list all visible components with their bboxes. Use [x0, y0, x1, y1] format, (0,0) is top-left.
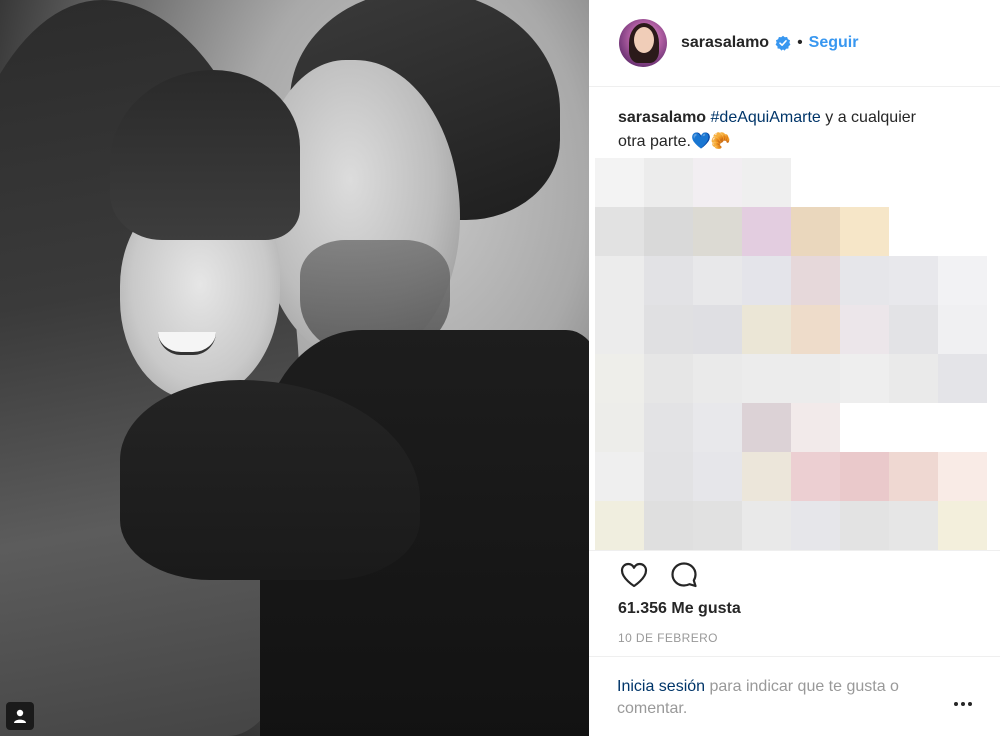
caption-text: y a cualquier — [820, 109, 916, 126]
blurred-pixel — [595, 207, 644, 256]
blurred-pixel — [595, 158, 644, 207]
blurred-pixel — [791, 452, 840, 501]
blurred-pixel — [840, 452, 889, 501]
blurred-pixel — [889, 207, 938, 256]
blurred-pixel — [840, 403, 889, 452]
blurred-pixel — [791, 207, 840, 256]
divider — [589, 550, 1000, 551]
verified-badge-icon — [775, 35, 791, 51]
blurred-pixel — [840, 158, 889, 207]
blurred-pixel — [791, 256, 840, 305]
blurred-pixel — [644, 305, 693, 354]
croissant-emoji: 🥐 — [710, 133, 731, 150]
blurred-pixel — [742, 403, 791, 452]
blurred-pixel — [791, 158, 840, 207]
post-actions — [617, 558, 717, 592]
blurred-pixel — [791, 354, 840, 403]
login-prompt: Inicia sesión para indicar que te gusta … — [617, 676, 947, 720]
follow-button[interactable]: Seguir — [809, 34, 859, 52]
blurred-pixel — [595, 452, 644, 501]
blurred-pixel — [693, 501, 742, 550]
blurred-pixel — [791, 403, 840, 452]
username-link[interactable]: sarasalamo — [681, 34, 769, 52]
avatar[interactable] — [619, 19, 667, 67]
post-sidebar: sarasalamo • Seguir sarasalamo #deAquiAm… — [589, 0, 1000, 736]
blurred-pixel — [595, 305, 644, 354]
blurred-pixel — [595, 354, 644, 403]
post-photo[interactable] — [0, 0, 589, 736]
like-heart-icon[interactable] — [617, 558, 651, 592]
more-options-icon[interactable] — [949, 694, 977, 714]
blurred-pixel — [938, 452, 987, 501]
blurred-pixel — [742, 354, 791, 403]
blurred-pixel — [693, 256, 742, 305]
blurred-pixel — [840, 354, 889, 403]
blurred-pixel — [889, 256, 938, 305]
blurred-pixel — [938, 305, 987, 354]
blurred-pixel — [889, 452, 938, 501]
blurred-pixel — [693, 207, 742, 256]
blurred-pixel — [889, 403, 938, 452]
blurred-pixel — [742, 256, 791, 305]
blurred-pixel — [595, 501, 644, 550]
separator-dot: • — [797, 34, 803, 51]
divider — [589, 86, 1000, 87]
blue-heart-emoji: 💙 — [690, 133, 711, 150]
blurred-pixel — [742, 452, 791, 501]
like-count[interactable]: 61.356 Me gusta — [618, 600, 741, 618]
user-tag-icon[interactable] — [6, 702, 34, 730]
blurred-pixel — [595, 256, 644, 305]
comment-bubble-icon[interactable] — [667, 558, 701, 592]
blurred-pixel — [791, 305, 840, 354]
blurred-pixel — [742, 158, 791, 207]
blurred-pixel — [644, 158, 693, 207]
blurred-pixel — [938, 158, 987, 207]
blurred-pixel — [791, 501, 840, 550]
blurred-pixel — [840, 305, 889, 354]
blurred-pixel — [644, 354, 693, 403]
blurred-pixel — [889, 158, 938, 207]
blurred-pixel — [644, 501, 693, 550]
blurred-comments-region — [595, 158, 987, 550]
post-header: sarasalamo • Seguir — [619, 18, 858, 68]
blurred-pixel — [840, 501, 889, 550]
blurred-pixel — [938, 403, 987, 452]
blurred-pixel — [693, 452, 742, 501]
blurred-pixel — [938, 501, 987, 550]
blurred-pixel — [889, 354, 938, 403]
blurred-pixel — [840, 256, 889, 305]
blurred-pixel — [742, 305, 791, 354]
divider — [589, 656, 1000, 657]
blurred-pixel — [644, 207, 693, 256]
post-date: 10 DE FEBRERO — [618, 631, 718, 645]
blurred-pixel — [742, 501, 791, 550]
caption-hashtag[interactable]: #deAquiAmarte — [711, 109, 821, 126]
login-link[interactable]: Inicia sesión — [617, 678, 705, 695]
blurred-pixel — [938, 256, 987, 305]
blurred-pixel — [889, 501, 938, 550]
blurred-pixel — [938, 354, 987, 403]
blurred-pixel — [889, 305, 938, 354]
caption-text: otra parte. — [618, 133, 691, 150]
blurred-pixel — [644, 452, 693, 501]
blurred-pixel — [693, 403, 742, 452]
blurred-pixel — [693, 354, 742, 403]
blurred-pixel — [693, 305, 742, 354]
caption-username[interactable]: sarasalamo — [618, 109, 706, 126]
blurred-pixel — [840, 207, 889, 256]
blurred-pixel — [742, 207, 791, 256]
blurred-pixel — [595, 403, 644, 452]
blurred-pixel — [644, 256, 693, 305]
blurred-pixel — [644, 403, 693, 452]
blurred-pixel — [693, 158, 742, 207]
post-caption: sarasalamo #deAquiAmarte y a cualquier o… — [618, 106, 978, 154]
blurred-pixel — [938, 207, 987, 256]
